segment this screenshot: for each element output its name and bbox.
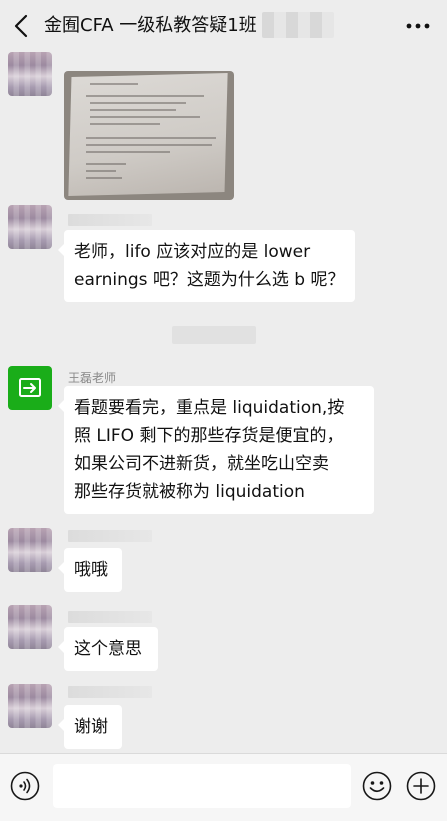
- chevron-left-icon[interactable]: [10, 12, 34, 40]
- message-bubble[interactable]: 这个意思: [58, 627, 158, 671]
- photo-text-line: [86, 151, 170, 153]
- input-bar: [0, 753, 447, 821]
- photo-text-line: [86, 177, 122, 179]
- message-bubble[interactable]: 哦哦: [58, 548, 122, 592]
- more-dots-icon[interactable]: [403, 14, 433, 38]
- photo-text-line: [90, 102, 186, 104]
- title-redaction: [262, 12, 334, 38]
- avatar[interactable]: [8, 684, 52, 728]
- photo-text-line: [86, 163, 126, 165]
- avatar[interactable]: [8, 528, 52, 572]
- message-bubble[interactable]: 老师，lifo 应该对应的是 lower earnings 吧？这题为什么选 b…: [58, 230, 355, 302]
- message-bubble[interactable]: 看题要看完，重点是 liquidation,按 照 LIFO 剩下的那些存货是便…: [58, 386, 374, 514]
- photo-text-line: [86, 170, 116, 172]
- message-line: 如果公司不进新货，就坐吃山空卖: [74, 454, 329, 474]
- chat-title: 金囿CFA 一级私教答疑1班: [44, 15, 257, 36]
- message-line: 老师，lifo 应该对应的是 lower: [74, 242, 311, 262]
- message-line: earnings 吧？这题为什么选 b 呢？: [74, 270, 345, 290]
- photo-text-line: [90, 109, 176, 111]
- message-line: 看题要看完，重点是 liquidation,按: [74, 398, 345, 418]
- chat-header: 金囿CFA 一级私教答疑1班: [0, 0, 447, 52]
- message-line: 这个意思: [74, 639, 142, 659]
- image-message[interactable]: [64, 71, 234, 200]
- timestamp-redacted: [172, 326, 256, 344]
- message-input[interactable]: [53, 764, 351, 808]
- photo-text-line: [90, 83, 138, 85]
- photo-text-line: [86, 144, 212, 146]
- teacher-avatar[interactable]: [8, 366, 52, 410]
- photo-text-line: [90, 123, 160, 125]
- message-list[interactable]: 老师，lifo 应该对应的是 lower earnings 吧？这题为什么选 b…: [0, 52, 447, 753]
- sender-name-redacted: [68, 530, 152, 542]
- message-line: 谢谢: [74, 717, 108, 737]
- sender-name-redacted: [68, 611, 152, 623]
- message-line: 照 LIFO 剩下的那些存货是便宜的，: [74, 426, 344, 446]
- message-line: 哦哦: [74, 560, 108, 580]
- message-bubble[interactable]: 谢谢: [58, 705, 122, 749]
- voice-icon[interactable]: [10, 771, 40, 801]
- avatar[interactable]: [8, 605, 52, 649]
- message-line: 那些存货就被称为 liquidation: [74, 482, 305, 502]
- sender-name-redacted: [68, 214, 152, 226]
- sender-name: 王磊老师: [68, 371, 117, 385]
- photo-text-line: [86, 95, 204, 97]
- plus-icon[interactable]: [406, 771, 436, 801]
- avatar[interactable]: [8, 52, 52, 96]
- sender-name-redacted: [68, 686, 152, 698]
- avatar[interactable]: [8, 205, 52, 249]
- share-icon: [19, 378, 41, 397]
- photo-text-line: [86, 137, 216, 139]
- photo-text-line: [90, 116, 200, 118]
- emoji-icon[interactable]: [362, 771, 392, 801]
